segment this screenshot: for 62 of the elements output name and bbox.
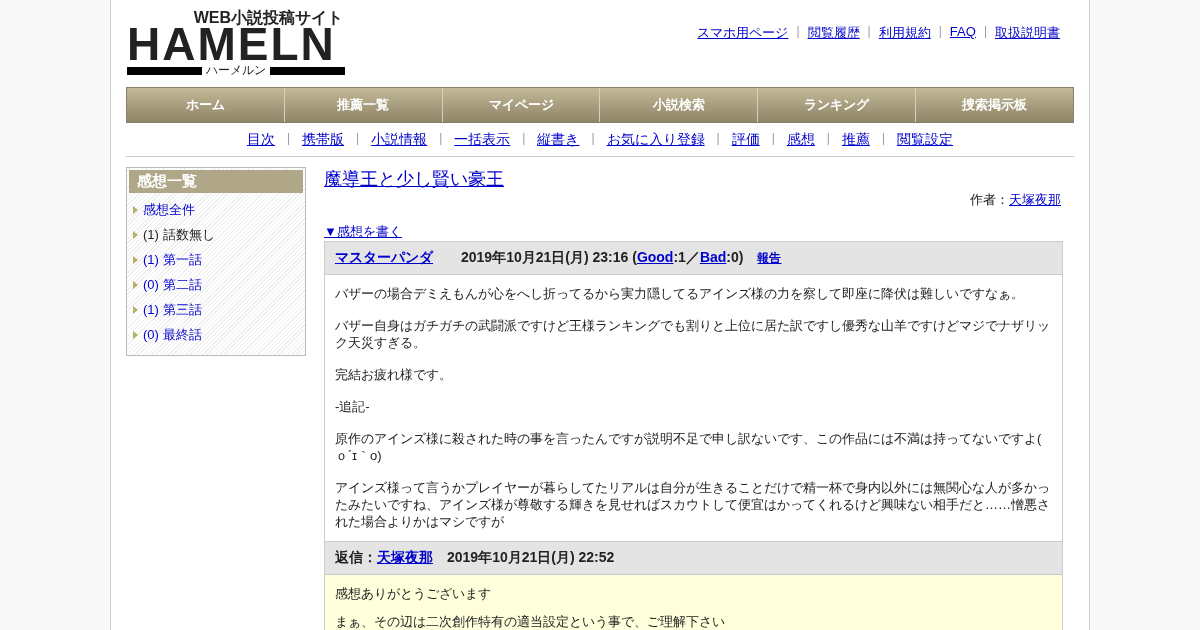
- novel-title[interactable]: 魔導王と少し賢い豪王: [324, 167, 504, 191]
- good-link[interactable]: Good: [636, 249, 674, 265]
- novel-menu-link[interactable]: 一括表示: [454, 131, 511, 149]
- triangle-icon: [133, 230, 138, 239]
- triangle-icon: [133, 330, 138, 339]
- link-separator: |: [591, 131, 595, 147]
- review-paragraph: 原作のアインズ様に殺された時の事を言ったんですが説明不足で申し訳ないです、この作品には不満は持ってないですよ( ｏ´ɪ｀o): [335, 430, 1043, 464]
- link-separator: |: [716, 131, 720, 147]
- novel-menu-link[interactable]: お気に入り登録: [606, 131, 705, 149]
- bad-link[interactable]: Bad: [699, 249, 727, 265]
- sidebar-item[interactable]: (1) 話数無し: [143, 225, 215, 244]
- novel-menu-link[interactable]: 携帯版: [302, 131, 345, 149]
- review-paragraph: 完結お疲れ様です。: [335, 366, 453, 383]
- reply-author-link[interactable]: 天塚夜那: [377, 549, 433, 567]
- link-separator: |: [771, 131, 775, 147]
- link-separator: |: [796, 24, 800, 40]
- novel-menu-link[interactable]: 縦書き: [537, 131, 580, 149]
- sidebar-item[interactable]: (0) 最終話: [143, 325, 202, 344]
- review-paragraph: バザーの場合デミえもんが心をへし折ってるから実力隠してるアインズ様の力を察して即座に降伏は難しいですなぁ。: [335, 285, 1025, 302]
- link-separator: |: [983, 24, 987, 40]
- novel-menu-link[interactable]: 感想: [786, 131, 815, 149]
- sidebar-item[interactable]: (1) 第三話: [143, 300, 202, 319]
- novel-menu-link[interactable]: 小説情報: [371, 131, 428, 149]
- author-link[interactable]: 天塚夜那: [1009, 191, 1061, 209]
- novel-menu-link[interactable]: 推薦: [841, 131, 870, 149]
- link-separator: |: [522, 131, 526, 147]
- novel-menu-link[interactable]: 閲覧設定: [897, 131, 954, 149]
- reply-date: 2019年10月21日(月) 22:52: [447, 549, 615, 567]
- reply-paragraph: まぁ、その辺は二次創作特有の適当設定という事で、ご理解下さい: [335, 613, 726, 630]
- review-paragraph: -追記-: [335, 398, 371, 415]
- review-paragraph: バザー自身はガチガチの武闘派ですけど王様ランキングでも割りと上位に居た訳ですし優秀な山羊ですけどマジでナザリック天災すぎる。: [335, 317, 1051, 351]
- review-paragraph: アインズ様って言うかプレイヤーが暮らしてたリアルは自分が生きることだけで精一杯で身内以外には無関心な人が多かったみたいですね、アインズ様が尊敬する輝きを見せればスカウトして便宜はかってくれるけど興味ない相手だと……憎悪された場合よりかはマシですが: [335, 479, 1051, 530]
- report-link[interactable]: 報告: [757, 250, 782, 267]
- header-link[interactable]: 閲覧履歴: [807, 24, 860, 42]
- reply-paragraph: 感想ありがとうございます: [335, 585, 492, 602]
- header-link[interactable]: スマホ用ページ: [697, 24, 789, 42]
- link-separator: |: [881, 131, 886, 147]
- triangle-icon: [133, 255, 138, 264]
- header-link[interactable]: FAQ: [949, 24, 976, 42]
- link-separator: |: [286, 131, 291, 147]
- sidebar-item[interactable]: (1) 第一話: [143, 250, 202, 269]
- sidebar-title: 感想一覧: [129, 170, 303, 193]
- write-review-link[interactable]: ▼感想を書く: [324, 223, 402, 241]
- novel-menu-link[interactable]: 目次: [246, 131, 275, 149]
- triangle-icon: [133, 280, 138, 289]
- logo-subtitle: ハーメルン: [127, 64, 345, 77]
- triangle-icon: [133, 305, 138, 314]
- header-link[interactable]: 取扱説明書: [995, 24, 1060, 42]
- link-separator: |: [938, 24, 942, 40]
- review-meta: 2019年10月21日(月) 23:16 (Good:1／Bad:0): [461, 249, 744, 267]
- novel-menu-link[interactable]: 評価: [731, 131, 760, 149]
- link-separator: |: [439, 131, 443, 147]
- sidebar-item[interactable]: (0) 第二話: [143, 275, 202, 294]
- triangle-icon: [133, 205, 138, 214]
- link-separator: |: [867, 24, 871, 40]
- reply-label: 返信：: [335, 549, 377, 567]
- author-label: 作者：: [970, 191, 1009, 209]
- sidebar-item[interactable]: 感想全件: [143, 200, 195, 219]
- link-separator: |: [356, 131, 360, 147]
- header-link[interactable]: 利用規約: [878, 24, 931, 42]
- reviewer-link[interactable]: マスターパンダ: [335, 249, 433, 267]
- link-separator: |: [826, 131, 830, 147]
